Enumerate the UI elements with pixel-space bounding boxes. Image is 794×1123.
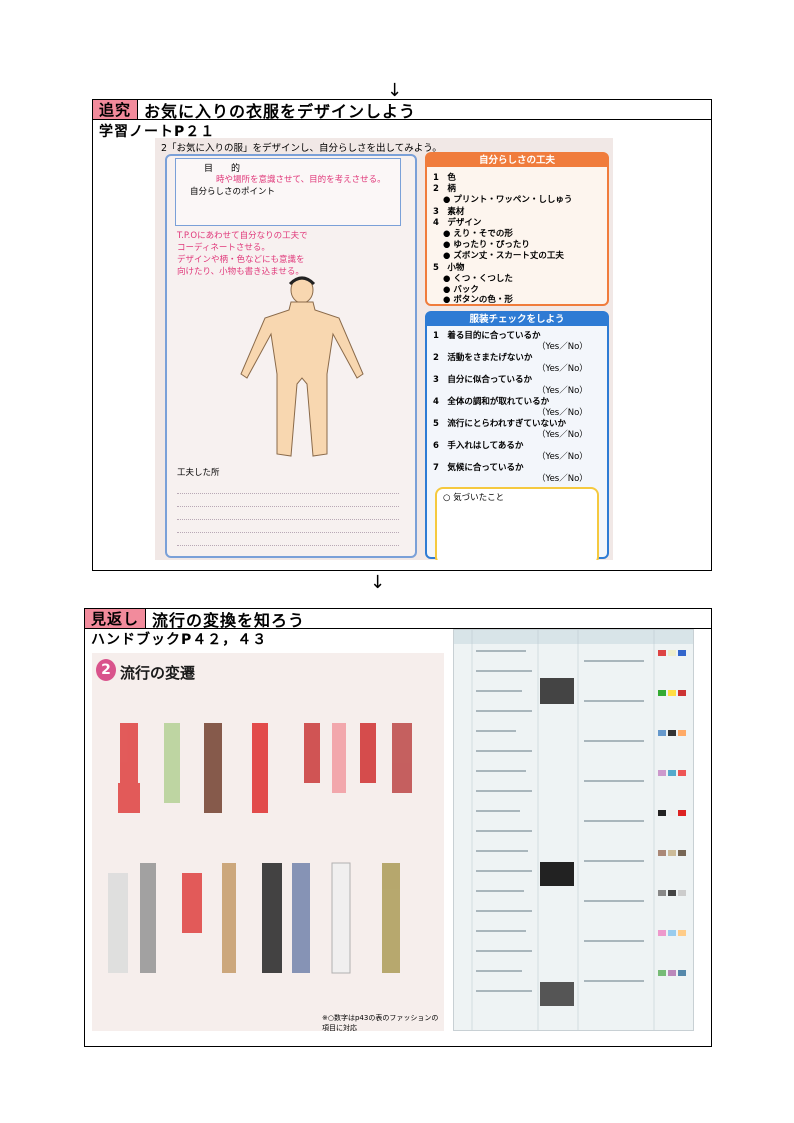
check-item: 1 着る目的に合っているか <box>433 331 541 341</box>
section-pursuit: 追究 お気に入りの衣服をデザインしよう 学習ノートP２１ 2「お気に入りの服」を… <box>92 99 712 571</box>
jibun-item: ● プリント・ワッペン・ししゅう <box>443 195 573 205</box>
kufu-label: 工夫した所 <box>177 468 220 478</box>
check-header: 服装チェックをしよう <box>427 313 607 326</box>
body-silhouette <box>240 276 364 457</box>
fashion-figures-illustration <box>108 723 412 974</box>
worksheet-prompt: 2「お気に入りの服」をデザインし、自分らしさを出してみよう。 <box>161 143 442 154</box>
teacher-note: T.P.Oにあわせて自分なりの工夫で コーディネートさせる。 デザインや柄・色な… <box>177 231 308 277</box>
section-review-header: 見返し 流行の変換を知ろう <box>85 609 711 630</box>
yes-no: （Yes／No） <box>537 364 588 374</box>
check-panel: 服装チェックをしよう 1 着る目的に合っているか （Yes／No） 2 活動をさ… <box>425 311 609 560</box>
handbook-table-scan <box>453 629 694 1031</box>
down-arrow-2: ↓ <box>370 572 386 593</box>
worksheet-scan: 2「お気に入りの服」をデザインし、自分らしさを出してみよう。 目 的 時や場所を… <box>155 138 613 560</box>
review-tag: 見返し <box>85 609 147 628</box>
goal-text: 時や場所を意識させて、目的を考えさせる。 <box>216 175 386 185</box>
check-item: 3 自分に似合っているか <box>433 375 532 385</box>
fashion-timeline-table <box>454 630 693 1030</box>
check-item: 6 手入れはしてあるか <box>433 441 524 451</box>
jibun-item: ● ボタンの色・形 <box>443 295 513 305</box>
writing-lines <box>177 481 399 546</box>
goal-box: 目 的 時や場所を意識させて、目的を考えさせる。 自分らしさのポイント <box>175 158 401 226</box>
yes-no: （Yes／No） <box>537 452 588 462</box>
check-item: 7 気候に合っているか <box>433 463 524 473</box>
point-label: 自分らしさのポイント <box>190 187 276 197</box>
yes-no: （Yes／No） <box>537 430 588 440</box>
notice-box: ○ 気づいたこと <box>435 487 599 560</box>
review-title: 流行の変換を知ろう <box>152 610 306 630</box>
jibun-panel: 自分らしさの工夫 1 色 2 柄 ● プリント・ワッペン・ししゅう 3 素材 4… <box>425 152 609 306</box>
handbook-footnote: ※○数字はp43の表のファッションの項目に対応 <box>322 1014 439 1031</box>
jibun-item: ● ズボン丈・スカート丈の工夫 <box>443 251 564 261</box>
pursuit-tag: 追究 <box>93 100 139 119</box>
design-pane: 目 的 時や場所を意識させて、目的を考えさせる。 自分らしさのポイント T.P.… <box>165 154 417 558</box>
check-item: 4 全体の調和が取れているか <box>433 397 550 407</box>
yes-no: （Yes／No） <box>537 474 588 484</box>
notice-label: ○ 気づいたこと <box>443 493 505 503</box>
section-pursuit-header: 追究 お気に入りの衣服をデザインしよう <box>93 100 711 121</box>
check-item: 2 活動をさまたげないか <box>433 353 533 363</box>
review-subtitle: ハンドブックP４２，４３ <box>91 632 268 648</box>
handbook-fashion-scan: 2 流行の変遷 ※○数字はp43の表のファッションの項目に対応 <box>92 653 444 1031</box>
section-review: 見返し 流行の変換を知ろう ハンドブックP４２，４３ 2 流行の変遷 ※○数字は… <box>84 608 712 1047</box>
pursuit-title: お気に入りの衣服をデザインしよう <box>144 101 417 121</box>
yes-no: （Yes／No） <box>537 342 588 352</box>
jibun-header: 自分らしさの工夫 <box>427 154 607 167</box>
